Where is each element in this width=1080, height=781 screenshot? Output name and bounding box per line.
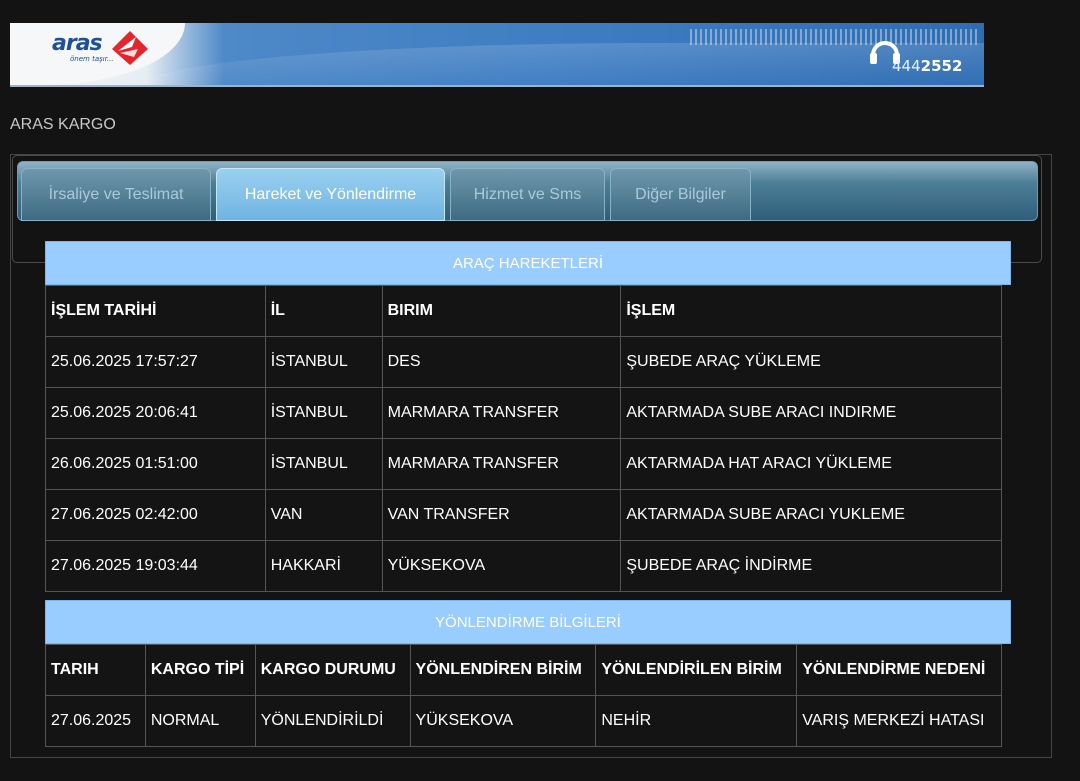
phone-number: 4442552 <box>892 57 963 75</box>
tab-hizmet-sms[interactable]: Hizmet ve Sms <box>450 168 605 221</box>
table-cell: 27.06.2025 19:03:44 <box>45 540 266 592</box>
table-cell: YÖNLENDİRİLDİ <box>254 695 411 747</box>
tab-diger-bilgiler[interactable]: Diğer Bilgiler <box>610 168 751 221</box>
column-header: KARGO DURUMU <box>254 644 411 696</box>
table-cell: YÜKSEKOVA <box>381 540 622 592</box>
table-cell: İSTANBUL <box>264 438 383 490</box>
table-cell: HAKKARİ <box>264 540 383 592</box>
table-cell: NEHİR <box>595 695 798 747</box>
banner-wave <box>140 43 984 85</box>
column-header: YÖNLENDİRİLEN BİRİM <box>595 644 798 696</box>
table-cell: VAN <box>264 489 383 541</box>
column-header: KARGO TİPİ <box>144 644 256 696</box>
redirect-info-table: TARIH KARGO TİPİ KARGO DURUMU YÖNLENDİRE… <box>45 644 1002 747</box>
table-header-row: İŞLEM TARİHİ İL BIRIM İŞLEM <box>45 285 1002 337</box>
table-cell: AKTARMADA SUBE ARACI INDIRME <box>620 387 1002 439</box>
vehicle-movements-title: ARAÇ HAREKETLERİ <box>45 241 1011 285</box>
table-cell: VAN TRANSFER <box>381 489 622 541</box>
table-cell: NORMAL <box>144 695 256 747</box>
column-header: TARIH <box>45 644 146 696</box>
column-header: İŞLEM <box>620 285 1002 337</box>
header-banner: aras önem taşır... 4442552 <box>10 23 984 87</box>
table-cell: 25.06.2025 20:06:41 <box>45 387 266 439</box>
table-cell: 27.06.2025 02:42:00 <box>45 489 266 541</box>
tab-irsaliye-teslimat[interactable]: İrsaliye ve Teslimat <box>21 168 211 221</box>
table-header-row: TARIH KARGO TİPİ KARGO DURUMU YÖNLENDİRE… <box>45 644 1002 696</box>
table-row: 27.06.2025 19:03:44 HAKKARİ YÜKSEKOVA ŞU… <box>45 540 1002 592</box>
column-header: YÖNLENDİRME NEDENİ <box>796 644 1002 696</box>
table-cell: 26.06.2025 01:51:00 <box>45 438 266 490</box>
table-cell: YÜKSEKOVA <box>409 695 597 747</box>
call-center: 4442552 <box>868 37 984 83</box>
table-cell: ŞUBEDE ARAÇ YÜKLEME <box>620 336 1002 388</box>
logo-text: aras <box>52 31 103 56</box>
table-cell: 25.06.2025 17:57:27 <box>45 336 266 388</box>
table-row: 26.06.2025 01:51:00 İSTANBUL MARMARA TRA… <box>45 438 1002 490</box>
site-title: ARAS KARGO <box>10 116 116 133</box>
vehicle-movements-table: İŞLEM TARİHİ İL BIRIM İŞLEM 25.06.2025 1… <box>45 285 1002 592</box>
column-header: BIRIM <box>381 285 622 337</box>
column-header: YÖNLENDİREN BİRİM <box>409 644 597 696</box>
redirect-info-title: YÖNLENDİRME BİLGİLERİ <box>45 600 1011 644</box>
aras-logo-icon <box>112 31 148 65</box>
table-row: 25.06.2025 17:57:27 İSTANBUL DES ŞUBEDE … <box>45 336 1002 388</box>
table-cell: DES <box>381 336 622 388</box>
table-cell: İSTANBUL <box>264 336 383 388</box>
table-cell: AKTARMADA HAT ARACI YÜKLEME <box>620 438 1002 490</box>
table-cell: VARIŞ MERKEZİ HATASI <box>796 695 1002 747</box>
table-cell: MARMARA TRANSFER <box>381 438 622 490</box>
tab-hareket-yonlendirme[interactable]: Hareket ve Yönlendirme <box>216 168 445 221</box>
table-cell: AKTARMADA SUBE ARACI YUKLEME <box>620 489 1002 541</box>
table-cell: ŞUBEDE ARAÇ İNDİRME <box>620 540 1002 592</box>
table-row: 25.06.2025 20:06:41 İSTANBUL MARMARA TRA… <box>45 387 1002 439</box>
table-row: 27.06.2025 NORMAL YÖNLENDİRİLDİ YÜKSEKOV… <box>45 695 1002 747</box>
table-cell: MARMARA TRANSFER <box>381 387 622 439</box>
table-cell: İSTANBUL <box>264 387 383 439</box>
table-cell: 27.06.2025 <box>45 695 146 747</box>
table-row: 27.06.2025 02:42:00 VAN VAN TRANSFER AKT… <box>45 489 1002 541</box>
column-header: İL <box>264 285 383 337</box>
column-header: İŞLEM TARİHİ <box>45 285 266 337</box>
